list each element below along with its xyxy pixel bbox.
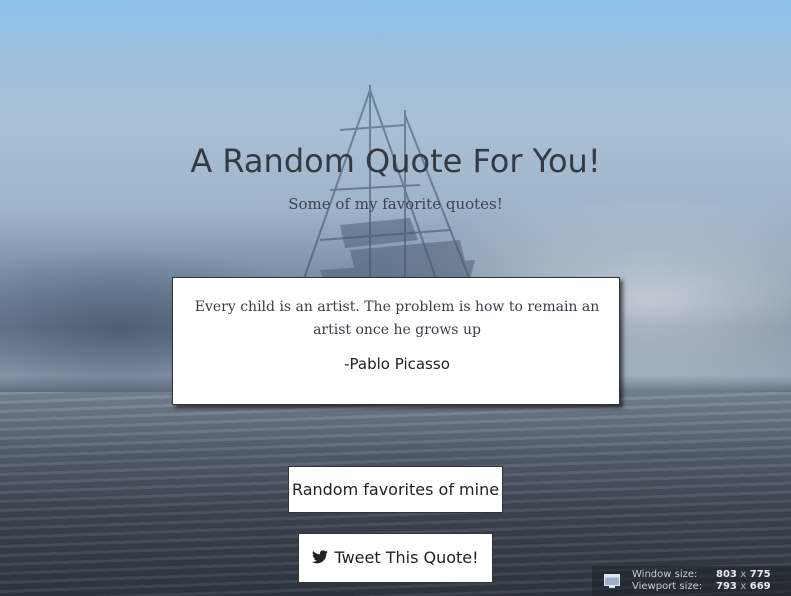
window-size-label: Window size:	[632, 569, 698, 580]
quote-card: Every child is an artist. The problem is…	[172, 277, 620, 405]
random-quote-button-label: Random favorites of mine	[291, 480, 500, 499]
page-title: A Random Quote For You!	[190, 142, 601, 180]
page-subtitle: Some of my favorite quotes!	[288, 195, 503, 213]
window-size-overlay: Window size: 803 x 775 Viewport size: 79…	[592, 566, 791, 596]
window-size-row: Window size: 803 x 775	[632, 569, 782, 581]
quote-text: Every child is an artist. The problem is…	[194, 299, 600, 338]
tweet-quote-button-label: Tweet This Quote!	[334, 548, 479, 567]
viewport-size-value: 793 x 669	[716, 581, 771, 592]
viewport-size-row: Viewport size: 793 x 669	[632, 581, 782, 593]
window-size-value: 803 x 775	[716, 569, 771, 580]
random-quote-button[interactable]: Random favorites of mine	[288, 466, 503, 513]
twitter-bird-icon	[312, 550, 329, 564]
quote-author: -Pablo Picasso	[344, 355, 450, 373]
viewport-size-label: Viewport size:	[632, 581, 703, 592]
tweet-quote-button[interactable]: Tweet This Quote!	[298, 533, 493, 583]
monitor-icon	[604, 574, 620, 588]
